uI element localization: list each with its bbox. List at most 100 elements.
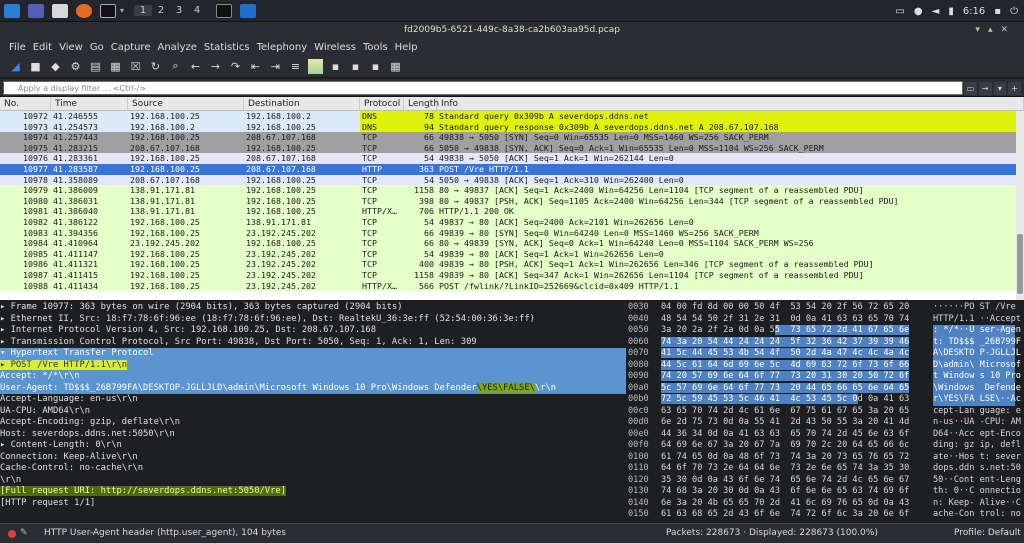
clock[interactable]: 6:16 [963, 6, 985, 17]
hex-row[interactable]: 00a0 5c 57 69 6e 64 6f 77 73 20 44 65 66 … [628, 382, 1024, 394]
menu-analyze[interactable]: Analyze [157, 42, 196, 53]
filter-dropdown-icon[interactable]: ▾ [993, 81, 1007, 95]
packet-row[interactable]: 10976 41.283361 192.168.100.25 208.67.107.1… [0, 153, 1024, 164]
detail-line[interactable]: User-Agent: TD$$$_26B799FA\DESKTOP-JGLLJ… [0, 382, 626, 394]
status-profile[interactable]: Profile: Default [954, 528, 1021, 538]
hex-row[interactable]: 0080 44 5c 61 64 6d 69 6e 5c 4d 69 63 72 … [628, 359, 1024, 371]
detail-line[interactable]: Accept-Encoding: gzip, deflate\r\n [0, 417, 626, 429]
detail-line[interactable]: ▸ Frame 10977: 363 bytes on wire (2904 b… [0, 302, 626, 314]
resize-columns-icon[interactable]: ▦ [388, 59, 403, 74]
packet-row[interactable]: 10985 41.411147 192.168.100.25 23.192.245.2… [0, 248, 1024, 260]
packet-row[interactable]: 10988 41.411434 192.168.100.25 23.192.245.2… [0, 280, 1024, 292]
menu-view[interactable]: View [59, 42, 83, 53]
wireshark-task-icon[interactable] [240, 3, 256, 18]
packet-row[interactable]: 10986 41.411321 192.168.100.25 23.192.245.2… [0, 259, 1024, 270]
hex-row[interactable]: 0090 74 20 57 69 6e 64 6f 77 73 20 31 30 … [628, 371, 1024, 383]
menu-file[interactable]: File [9, 42, 26, 53]
workspace-4[interactable]: 4 [188, 5, 206, 16]
packet-row[interactable]: 10973 41.254573 192.168.100.2 192.168.100.2… [0, 121, 1024, 133]
packet-row[interactable]: 10987 41.411415 192.168.100.25 23.192.245.2… [0, 269, 1024, 281]
detail-line[interactable]: Connection: Keep-Alive\r\n [0, 452, 626, 464]
detail-line[interactable]: ▸ POST /Vre HTTP/1.1\r\n [0, 359, 626, 371]
display-filter-input[interactable]: Apply a display filter ... <Ctrl-/> [3, 81, 963, 95]
menu-capture[interactable]: Capture [111, 42, 151, 53]
packet-row[interactable]: 10984 41.410964 23.192.245.202 192.168.100.… [0, 238, 1024, 249]
detail-line[interactable]: Host: severdops.ddns.net:5050\r\n [0, 429, 626, 441]
detail-line[interactable]: Accept: */*\r\n [0, 371, 626, 383]
packet-row[interactable]: 10980 41.386031 138.91.171.81 192.168.100.2… [0, 195, 1024, 207]
col-info[interactable]: Info [437, 97, 1024, 110]
last-packet-icon[interactable]: ⇥ [268, 59, 283, 74]
reload-file-icon[interactable]: ↻ [148, 59, 163, 74]
zoom-out-icon[interactable]: ▪ [348, 59, 363, 74]
screenshot-icon[interactable]: ▭ [895, 6, 904, 17]
col-destination[interactable]: Destination [244, 97, 360, 110]
packet-row[interactable]: 10983 41.394356 192.168.100.25 23.192.245.2… [0, 227, 1024, 239]
packet-row[interactable]: 10972 41.246555 192.168.100.25 192.168.100.… [0, 111, 1024, 122]
filter-bookmark-icon[interactable]: ▭ [964, 81, 977, 95]
terminal-task-icon[interactable] [216, 3, 232, 18]
open-file-icon[interactable]: ▤ [88, 59, 103, 74]
hex-row[interactable]: 0030 04 00 fd 8d 00 00 50 4f 53 54 20 2f … [628, 302, 1024, 314]
colorize-icon[interactable] [308, 58, 323, 74]
workspace-2[interactable]: 2 [152, 5, 170, 16]
detail-line[interactable]: Accept-Language: en-us\r\n [0, 394, 626, 406]
packet-row[interactable]: 10978 41.358089 208.67.107.168 192.168.100.… [0, 174, 1024, 186]
hex-row[interactable]: 0110 64 6f 70 73 2e 64 64 6e 73 2e 6e 65 … [628, 463, 1024, 475]
restart-capture-icon[interactable]: ◆ [48, 59, 63, 74]
dropdown-icon[interactable]: ▾ [120, 6, 134, 15]
volume-icon[interactable]: ◄ [932, 6, 940, 17]
packet-row[interactable]: 10979 41.386009 138.91.171.81 192.168.100.2… [0, 185, 1024, 196]
workspace-3[interactable]: 3 [170, 5, 188, 16]
hex-row[interactable]: 00e0 44 36 34 0d 0a 41 63 63 65 70 74 2d … [628, 429, 1024, 441]
hex-row[interactable]: 0140 6e 3a 20 4b 65 65 70 2d 41 6c 69 76 … [628, 498, 1024, 510]
filter-apply-icon[interactable]: → [978, 81, 992, 95]
add-filter-icon[interactable]: + [1008, 81, 1021, 95]
go-to-packet-icon[interactable]: ↷ [228, 59, 243, 74]
hex-row[interactable]: 01602d 63 61 63 68 65 0d 0a 0d 0a-cache·… [628, 521, 1024, 522]
window-controls[interactable]: ▾▴✕ [975, 22, 1016, 39]
detail-line[interactable]: ▸ Transmission Control Protocol, Src Por… [0, 337, 626, 349]
detail-line[interactable]: Cache-Control: no-cache\r\n [0, 463, 626, 475]
detail-line[interactable]: UA-CPU: AMD64\r\n [0, 406, 626, 418]
packet-list-scrollbar[interactable] [1016, 111, 1024, 300]
hex-row[interactable]: 00b0 72 5c 59 45 53 5c 46 41 4c 53 45 5c … [628, 394, 1024, 406]
notification-icon[interactable]: ● [914, 6, 923, 17]
hex-row[interactable]: 00c0 63 65 70 74 2d 4c 61 6e 67 75 61 67 … [628, 406, 1024, 418]
autoscroll-icon[interactable]: ≡ [288, 59, 303, 74]
file-manager-icon[interactable] [52, 3, 68, 18]
hex-row[interactable]: 0120 35 30 0d 0a 43 6f 6e 74 65 6e 74 2d … [628, 475, 1024, 487]
start-capture-icon[interactable]: ◢ [8, 59, 23, 74]
packet-row[interactable]: 10975 41.283215 208.67.107.168 192.168.100.… [0, 142, 1024, 154]
packet-row[interactable]: 10981 41.386040 138.91.171.81 192.168.100.2… [0, 206, 1024, 217]
power-icon[interactable]: ⏻ [1010, 6, 1018, 17]
col-protocol[interactable]: Protocol [360, 97, 404, 110]
menu-tools[interactable]: Tools [363, 42, 388, 53]
detail-line[interactable]: [HTTP request 1/1] [0, 498, 626, 510]
hex-row[interactable]: 0100 61 74 65 0d 0a 48 6f 73 74 3a 20 73 … [628, 452, 1024, 464]
hex-row[interactable]: 0130 74 68 3a 20 30 0d 0a 43 6f 6e 6e 65 … [628, 486, 1024, 498]
hex-row[interactable]: 0050 3a 20 2a 2f 2a 0d 0a 55 73 65 72 2d … [628, 325, 1024, 337]
packet-row[interactable]: 10977 41.283587 192.168.100.25 208.67.107.1… [0, 163, 1024, 175]
find-packet-icon[interactable]: ⌕ [168, 59, 183, 74]
hex-row[interactable]: 0150 61 63 68 65 2d 43 6f 6e 74 72 6f 6c … [628, 509, 1024, 521]
hex-row[interactable]: 0040 48 54 54 50 2f 31 2e 31 0d 0a 41 63 … [628, 314, 1024, 326]
menu-wireless[interactable]: Wireless [314, 42, 356, 53]
edit-comment-icon[interactable]: ✎ [20, 528, 28, 538]
hex-row[interactable]: 0060 74 3a 20 54 44 24 24 24 5f 32 36 42 … [628, 336, 1024, 348]
detail-line[interactable]: ▸ Ethernet II, Src: 18:f7:78:6f:96:ee (1… [0, 314, 626, 326]
detail-line[interactable]: ▸ Internet Protocol Version 4, Src: 192.… [0, 325, 626, 337]
stop-capture-icon[interactable]: ■ [28, 59, 43, 74]
col-source[interactable]: Source [128, 97, 244, 110]
go-forward-icon[interactable]: → [208, 59, 223, 74]
col-no[interactable]: No. [0, 97, 51, 110]
col-length[interactable]: Length [404, 97, 439, 110]
menu-go[interactable]: Go [90, 42, 104, 53]
terminal-icon[interactable] [100, 3, 116, 18]
save-file-icon[interactable]: ▦ [108, 59, 123, 74]
desktop-icon[interactable] [28, 3, 44, 18]
kali-menu-icon[interactable] [4, 3, 20, 18]
packet-row[interactable]: 10982 41.386122 192.168.100.25 138.91.171.8… [0, 216, 1024, 228]
lock-icon[interactable]: ▪ [994, 6, 1001, 17]
menu-help[interactable]: Help [395, 42, 418, 53]
